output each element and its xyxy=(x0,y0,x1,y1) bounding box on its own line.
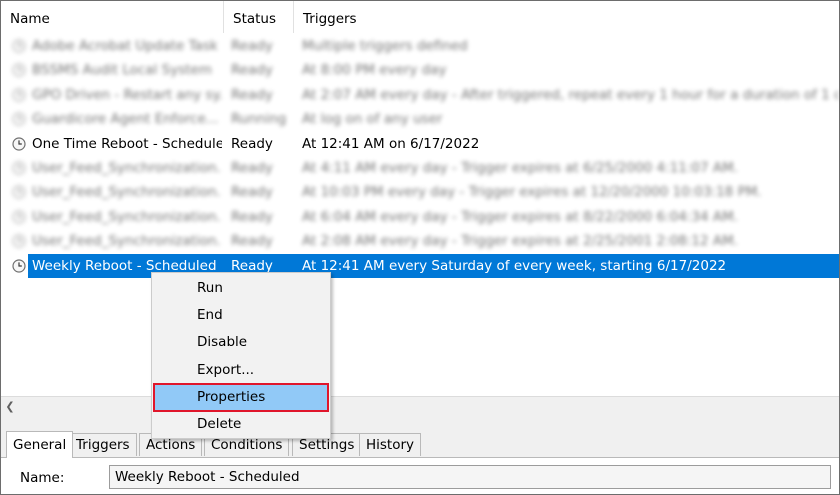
task-trigger: At 8:00 PM every day xyxy=(302,62,447,79)
task-status: Ready xyxy=(231,86,273,103)
task-clock-icon xyxy=(12,234,26,248)
task-clock-icon xyxy=(12,136,26,151)
context-menu: Run End Disable Export... Properties Del… xyxy=(151,272,331,439)
task-name: User_Feed_Synchronization... xyxy=(32,184,222,201)
task-status: Ready xyxy=(231,38,273,54)
tab-history[interactable]: History xyxy=(359,433,422,456)
task-clock-icon xyxy=(12,63,26,77)
general-tab-panel: Name: Weekly Reboot - Scheduled xyxy=(1,457,839,494)
task-row[interactable]: User_Feed_Synchronization... Ready At 10:0… xyxy=(1,180,839,204)
task-clock-icon xyxy=(12,210,26,224)
horizontal-scrollbar[interactable]: ❮ xyxy=(1,396,839,416)
task-row[interactable]: Weekly Reboot - Scheduled Ready At 12:41 A… xyxy=(1,253,839,278)
task-name: Adobe Acrobat Update Task xyxy=(32,38,218,54)
column-header-name[interactable]: Name xyxy=(1,1,224,33)
task-row[interactable]: User_Feed_Synchronization... Ready At 4:11… xyxy=(1,156,839,180)
task-trigger: At 2:08 AM every day - Trigger expires a… xyxy=(302,233,739,250)
task-row[interactable]: User_Feed_Synchronization... Ready At 2:08… xyxy=(1,229,839,253)
task-row[interactable]: User_Feed_Synchronization... Ready At 6:04… xyxy=(1,205,839,229)
task-name: BSSMS Audit Local System xyxy=(32,62,212,79)
task-status: Ready xyxy=(231,208,273,225)
task-status: Ready xyxy=(231,160,273,176)
column-header-triggers[interactable]: Triggers xyxy=(294,1,839,33)
menu-item-properties[interactable]: Properties xyxy=(153,383,329,412)
task-trigger: Multiple triggers defined xyxy=(302,38,468,54)
task-trigger: At 12:41 AM every Saturday of every week… xyxy=(302,257,727,274)
task-clock-icon xyxy=(12,161,26,175)
task-status: Ready xyxy=(231,62,273,79)
task-status: Ready xyxy=(231,135,273,152)
menu-item-export[interactable]: Export... xyxy=(154,357,328,384)
scroll-left-button[interactable]: ❮ xyxy=(1,397,19,415)
task-list: Name Status Triggers Adobe Acrobat Updat… xyxy=(1,1,839,396)
task-row[interactable]: BSSMS Audit Local System Ready At 8:00 PM … xyxy=(1,58,839,82)
task-trigger: At 12:41 AM on 6/17/2022 xyxy=(302,135,480,152)
task-name-field[interactable]: Weekly Reboot - Scheduled xyxy=(109,465,831,489)
task-scheduler-window: Name Status Triggers Adobe Acrobat Updat… xyxy=(0,0,840,495)
task-clock-icon xyxy=(12,39,26,53)
tab-triggers[interactable]: Triggers xyxy=(69,433,137,456)
column-header-status[interactable]: Status xyxy=(224,1,294,33)
menu-item-delete[interactable]: Delete xyxy=(154,411,328,438)
task-status: Ready xyxy=(231,184,273,201)
task-name: User_Feed_Synchronization... xyxy=(32,160,222,176)
task-name: User_Feed_Synchronization... xyxy=(32,233,222,250)
task-trigger: At log on of any user xyxy=(302,111,443,128)
task-row[interactable]: Adobe Acrobat Update Task Ready Multiple t… xyxy=(1,34,839,58)
task-clock-icon xyxy=(12,112,26,126)
task-row[interactable]: One Time Reboot - Scheduled Ready At 12:41… xyxy=(1,132,839,156)
task-row[interactable]: Guardicore Agent Enforce... Running At log… xyxy=(1,107,839,131)
task-clock-icon xyxy=(12,258,26,273)
task-clock-icon xyxy=(12,88,26,102)
task-details-pane: General Triggers Actions Conditions Sett… xyxy=(1,415,839,494)
task-trigger: At 10:03 PM every day - Trigger expires … xyxy=(302,184,762,201)
task-name: Guardicore Agent Enforce... xyxy=(32,111,219,128)
task-clock-icon xyxy=(12,185,26,199)
task-trigger: At 2:07 AM every day - After triggered, … xyxy=(302,86,839,103)
task-name: User_Feed_Synchronization... xyxy=(32,208,222,225)
chevron-left-icon: ❮ xyxy=(5,399,15,413)
task-status: Running xyxy=(231,111,287,128)
name-label: Name: xyxy=(20,470,65,486)
task-list-header: Name Status Triggers xyxy=(1,1,839,33)
task-row[interactable]: GPO Driven - Restart any sy... Ready At 2:… xyxy=(1,83,839,107)
task-trigger: At 4:11 AM every day - Trigger expires a… xyxy=(302,160,739,176)
task-name: GPO Driven - Restart any sy... xyxy=(32,86,222,103)
task-status: Ready xyxy=(231,233,273,250)
menu-item-run[interactable]: Run xyxy=(154,275,328,302)
tab-general[interactable]: General xyxy=(6,431,74,458)
menu-item-end[interactable]: End xyxy=(154,302,328,329)
task-name: One Time Reboot - Scheduled xyxy=(32,135,222,152)
task-trigger: At 6:04 AM every day - Trigger expires a… xyxy=(302,208,739,225)
menu-item-disable[interactable]: Disable xyxy=(154,329,328,356)
